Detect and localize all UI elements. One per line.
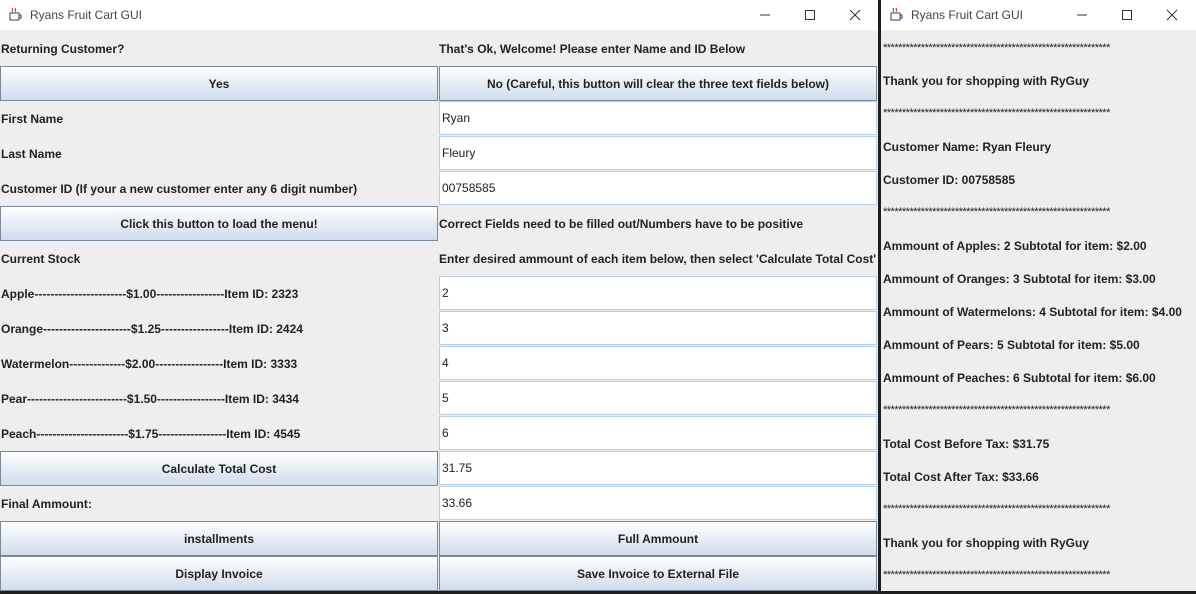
window-title: Ryans Fruit Cart GUI [30,8,143,22]
separator-line: ****************************************… [883,503,1110,515]
main-form: Returning Customer? That's Ok, Welcome! … [0,30,878,591]
separator-line: ****************************************… [883,42,1110,54]
window-title: Ryans Fruit Cart GUI [911,8,1024,22]
customer-id-field[interactable]: 00758585 [439,171,877,205]
no-button[interactable]: No (Careful, this button will clear the … [439,66,877,101]
stock-item-orange: Orange----------------------$1.25-------… [1,322,303,336]
pear-quantity-field[interactable]: 5 [439,381,877,415]
total-after-tax-line: Total Cost After Tax: $33.66 [883,470,1039,484]
total-cost-field[interactable]: 31.75 [439,451,877,485]
java-cup-icon [8,7,24,23]
separator-line: ****************************************… [883,569,1110,581]
validation-label: Correct Fields need to be filled out/Num… [439,217,804,231]
invoice-body: ****************************************… [881,30,1196,591]
minimize-icon[interactable] [1059,0,1105,30]
save-invoice-button[interactable]: Save Invoice to External File [439,556,877,591]
customer-name-line: Customer Name: Ryan Fleury [883,140,1052,154]
close-icon[interactable] [1149,0,1195,30]
stock-item-watermelon: Watermelon--------------$2.00-----------… [1,357,298,371]
main-titlebar[interactable]: Ryans Fruit Cart GUI [0,0,878,30]
first-name-field[interactable]: Ryan [439,101,877,135]
orange-quantity-field[interactable]: 3 [439,311,877,345]
thank-you-line: Thank you for shopping with RyGuy [883,74,1089,88]
current-stock-label: Current Stock [1,252,81,266]
yes-button[interactable]: Yes [0,66,438,101]
invoice-window: Ryans Fruit Cart GUI *******************… [881,0,1196,591]
apple-quantity-field[interactable]: 2 [439,276,877,310]
invoice-item-peaches: Ammount of Peaches: 6 Subtotal for item:… [883,371,1156,385]
close-icon[interactable] [832,0,878,30]
stock-item-pear: Pear-------------------------$1.50------… [1,392,299,406]
watermelon-quantity-field[interactable]: 4 [439,346,877,380]
customer-id-line: Customer ID: 00758585 [883,173,1016,187]
maximize-icon[interactable] [1104,0,1150,30]
customer-id-label: Customer ID (If your a new customer ente… [1,182,358,196]
separator-line: ****************************************… [883,404,1110,416]
peach-quantity-field[interactable]: 6 [439,416,877,450]
display-invoice-button[interactable]: Display Invoice [0,556,438,591]
returning-customer-label: Returning Customer? [1,42,125,56]
java-cup-icon [889,7,905,23]
final-amount-field[interactable]: 33.66 [439,486,877,520]
minimize-icon[interactable] [742,0,788,30]
welcome-label: That's Ok, Welcome! Please enter Name an… [439,42,746,56]
total-before-tax-line: Total Cost Before Tax: $31.75 [883,437,1050,451]
installments-button[interactable]: installments [0,521,438,556]
instructions-label: Enter desired ammount of each item below… [439,252,877,266]
invoice-item-oranges: Ammount of Oranges: 3 Subtotal for item:… [883,272,1156,286]
final-amount-label: Final Ammount: [1,497,92,511]
main-window: Ryans Fruit Cart GUI Returning Customer?… [0,0,878,591]
calculate-total-button[interactable]: Calculate Total Cost [0,451,438,486]
full-amount-button[interactable]: Full Ammount [439,521,877,556]
invoice-item-apples: Ammount of Apples: 2 Subtotal for item: … [883,239,1147,253]
invoice-item-pears: Ammount of Pears: 5 Subtotal for item: $… [883,338,1140,352]
stock-item-peach: Peach-----------------------$1.75-------… [1,427,301,441]
maximize-icon[interactable] [787,0,833,30]
invoice-titlebar[interactable]: Ryans Fruit Cart GUI [881,0,1196,30]
stock-item-apple: Apple-----------------------$1.00-------… [1,287,299,301]
first-name-label: First Name [1,112,64,126]
last-name-label: Last Name [1,147,62,161]
load-menu-button[interactable]: Click this button to load the menu! [0,206,438,241]
separator-line: ****************************************… [883,206,1110,218]
separator-line: ****************************************… [883,107,1110,119]
last-name-field[interactable]: Fleury [439,136,877,170]
invoice-item-watermelons: Ammount of Watermelons: 4 Subtotal for i… [883,305,1182,319]
thank-you-line: Thank you for shopping with RyGuy [883,536,1089,550]
